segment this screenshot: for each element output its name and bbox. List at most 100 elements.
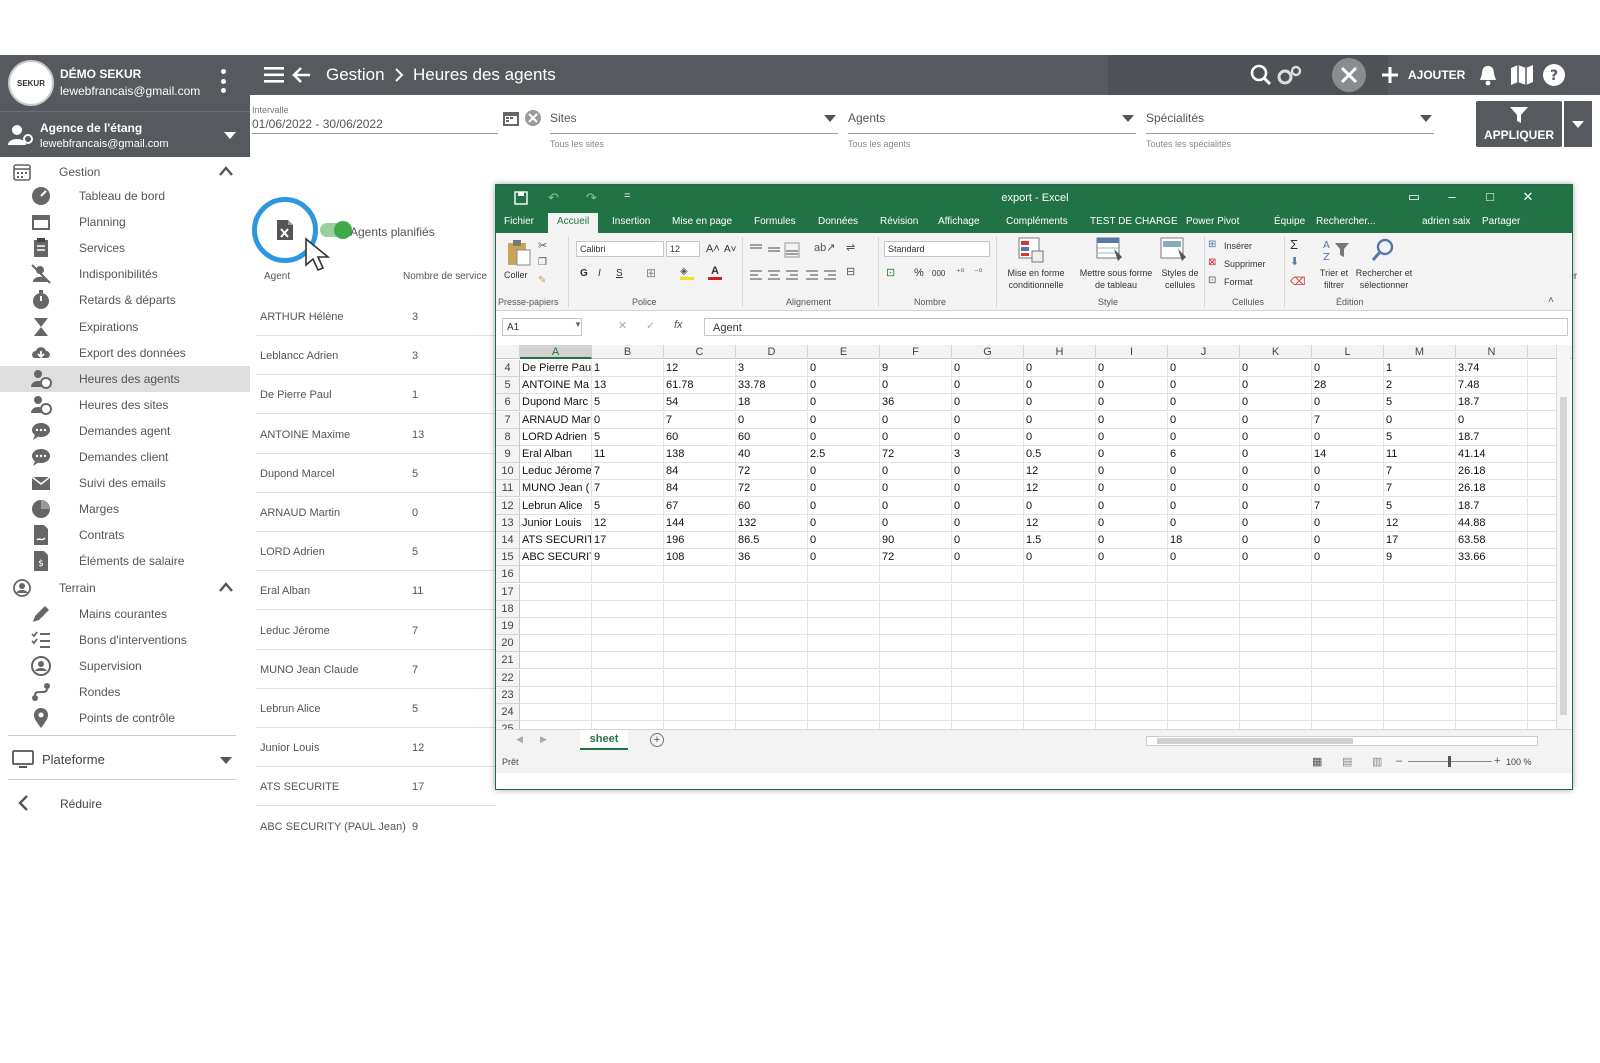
spreadsheet-cell[interactable]	[952, 600, 1024, 618]
spreadsheet-cell[interactable]	[1312, 635, 1384, 653]
section-terrain[interactable]: Terrain	[0, 575, 250, 601]
sidebar-item[interactable]: Heures des sites	[0, 392, 250, 418]
column-header[interactable]: N	[1456, 345, 1528, 359]
sidebar-item[interactable]: Suivi des emails	[0, 470, 250, 496]
spreadsheet-cell[interactable]: 0	[1240, 480, 1312, 498]
spreadsheet-cell[interactable]: 0	[1096, 446, 1168, 463]
spreadsheet-cell[interactable]	[1456, 635, 1528, 653]
spreadsheet-cell[interactable]: 90	[880, 532, 952, 549]
table-row[interactable]: LORD Adrien 5	[256, 532, 496, 572]
spreadsheet-cell[interactable]	[1384, 618, 1456, 635]
italic-button[interactable]: I	[598, 268, 601, 280]
spreadsheet-cell[interactable]: 67	[664, 497, 736, 515]
spreadsheet-cell[interactable]	[1384, 686, 1456, 704]
spreadsheet-cell[interactable]	[952, 669, 1024, 687]
find-select-icon[interactable]	[1370, 237, 1396, 263]
bold-button[interactable]: G	[580, 268, 588, 280]
spreadsheet-cell[interactable]	[808, 618, 880, 635]
spreadsheet-cell[interactable]	[1456, 721, 1528, 729]
spreadsheet-cell[interactable]: 0	[952, 377, 1024, 395]
spreadsheet-cell[interactable]	[1456, 618, 1528, 635]
spreadsheet-cell[interactable]: 18.7	[1456, 394, 1528, 412]
sheet-next-icon[interactable]: ▶	[540, 734, 547, 745]
apply-button[interactable]: APPLIQUER	[1476, 101, 1562, 147]
spreadsheet-cell[interactable]: 7.48	[1456, 377, 1528, 395]
insert-cells-icon[interactable]: ⊞	[1208, 239, 1216, 250]
spreadsheet-cell[interactable]: 86.5	[736, 532, 808, 549]
tools-button[interactable]	[1332, 58, 1366, 92]
spreadsheet-cell[interactable]	[1456, 686, 1528, 704]
spreadsheet-cell[interactable]: 5	[592, 428, 664, 446]
spreadsheet-cell[interactable]: 63.58	[1456, 532, 1528, 549]
formula-input[interactable]: Agent	[704, 318, 1568, 336]
agents-select[interactable]: Agents	[848, 111, 885, 125]
help-icon[interactable]: ?	[1542, 63, 1566, 87]
underline-button[interactable]: S	[616, 268, 623, 280]
sidebar-item[interactable]: Bons d'interventions	[0, 627, 250, 653]
spreadsheet-cell[interactable]	[736, 583, 808, 601]
spreadsheet-cell[interactable]: 0	[808, 532, 880, 549]
spreadsheet-cell[interactable]: 0	[1096, 480, 1168, 498]
spreadsheet-cell[interactable]: 0	[952, 549, 1024, 567]
platform-menu[interactable]: Plateforme	[0, 742, 250, 778]
spreadsheet-cell[interactable]: 0	[1240, 377, 1312, 395]
spreadsheet-cell[interactable]	[1240, 704, 1312, 721]
minimize-icon[interactable]: –	[1440, 189, 1464, 207]
spreadsheet-cell[interactable]	[1384, 652, 1456, 670]
format-cells-icon[interactable]: ⊡	[1208, 275, 1216, 286]
sidebar-item[interactable]: $ Éléments de salaire	[0, 548, 250, 574]
eraser-icon[interactable]: ⌫	[1290, 275, 1306, 288]
spreadsheet-cell[interactable]	[1384, 704, 1456, 721]
spreadsheet-cell[interactable]	[664, 566, 736, 584]
spreadsheet-cell[interactable]: 44.88	[1456, 514, 1528, 532]
spreadsheet-cell[interactable]: 5	[592, 497, 664, 515]
row-header[interactable]: 20	[496, 635, 520, 653]
row-header[interactable]: 10	[496, 463, 520, 481]
spreadsheet-cell[interactable]	[1168, 566, 1240, 584]
spreadsheet-cell[interactable]: 1	[1384, 360, 1456, 377]
spreadsheet-cell[interactable]	[1312, 704, 1384, 721]
spreadsheet-cell[interactable]: 36	[736, 549, 808, 567]
more-vertical-icon[interactable]	[220, 69, 226, 93]
row-header[interactable]: 7	[496, 411, 520, 429]
row-header[interactable]: 24	[496, 704, 520, 721]
spreadsheet-cell[interactable]	[1168, 704, 1240, 721]
ribbon-tab[interactable]: Affichage	[938, 216, 980, 227]
spreadsheet-cell[interactable]	[664, 618, 736, 635]
spreadsheet-cell[interactable]	[880, 686, 952, 704]
row-header[interactable]: 21	[496, 652, 520, 670]
spreadsheet-cell[interactable]	[664, 652, 736, 670]
spreadsheet-cell[interactable]: 11	[592, 446, 664, 463]
spreadsheet-cell[interactable]: 7	[592, 463, 664, 481]
cell-styles-icon[interactable]	[1160, 237, 1188, 263]
clear-icon[interactable]	[524, 109, 542, 127]
spreadsheet-cell[interactable]	[1024, 600, 1096, 618]
wrap-text-icon[interactable]: ⇌	[846, 241, 855, 254]
vertical-scrollbar[interactable]	[1556, 345, 1570, 729]
spreadsheet-cell[interactable]	[880, 669, 952, 687]
spreadsheet-cell[interactable]	[520, 686, 592, 704]
spreadsheet-cell[interactable]	[1240, 721, 1312, 729]
spreadsheet-cell[interactable]	[1312, 686, 1384, 704]
spreadsheet-cell[interactable]	[736, 721, 808, 729]
spreadsheet-cell[interactable]: ATS SECURIT	[520, 532, 592, 549]
spreadsheet-cell[interactable]: 26.18	[1456, 480, 1528, 498]
sidebar-item[interactable]: Expirations	[0, 314, 250, 340]
spreadsheet-cell[interactable]: 12	[1024, 480, 1096, 498]
conditional-format-icon[interactable]	[1018, 237, 1044, 263]
table-row[interactable]: Junior Louis 12	[256, 728, 496, 768]
spreadsheet-cell[interactable]: 132	[736, 514, 808, 532]
spreadsheet-cell[interactable]: 0	[1168, 360, 1240, 377]
spreadsheet-cell[interactable]: 0	[1096, 532, 1168, 549]
spreadsheet-cell[interactable]: 6	[1168, 446, 1240, 463]
spreadsheet-cell[interactable]	[1456, 669, 1528, 687]
spreadsheet-cell[interactable]: 7	[592, 480, 664, 498]
copy-icon[interactable]: ❐	[538, 257, 547, 268]
spreadsheet-cell[interactable]: 0	[808, 549, 880, 567]
spreadsheet-cell[interactable]: 0	[1168, 377, 1240, 395]
spreadsheet-cell[interactable]: 0	[808, 480, 880, 498]
spreadsheet-cell[interactable]	[952, 566, 1024, 584]
spreadsheet-cell[interactable]: 72	[880, 446, 952, 463]
spreadsheet-cell[interactable]: 7	[1312, 411, 1384, 429]
spreadsheet-cell[interactable]: 1.5	[1024, 532, 1096, 549]
